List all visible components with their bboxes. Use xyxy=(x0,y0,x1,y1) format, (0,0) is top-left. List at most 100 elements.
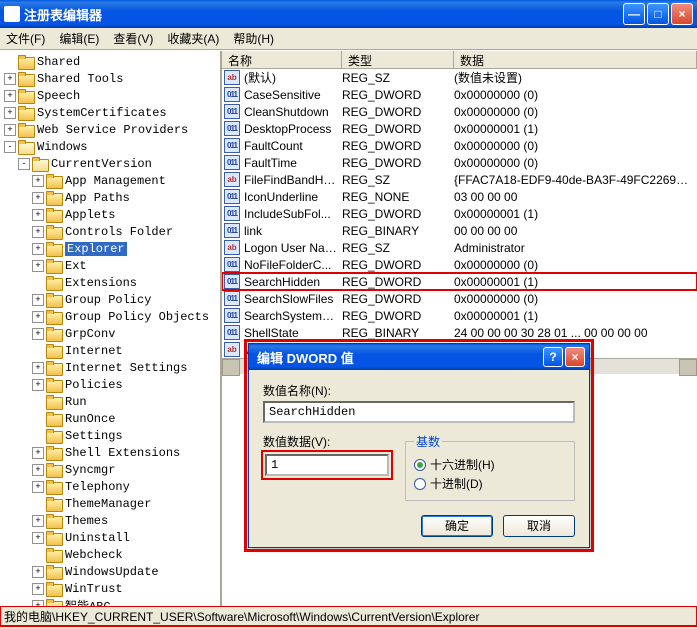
expand-icon[interactable]: + xyxy=(32,311,44,323)
tree-item[interactable]: +Shared Tools xyxy=(2,70,220,87)
menu-help[interactable]: 帮助(H) xyxy=(233,30,274,47)
tree-item[interactable]: Extensions xyxy=(2,274,220,291)
expand-icon[interactable]: + xyxy=(32,175,44,187)
tree-item[interactable]: +Controls Folder xyxy=(2,223,220,240)
list-row[interactable]: FaultCountREG_DWORD0x00000000 (0) xyxy=(222,137,697,154)
list-row[interactable]: SearchSlowFilesREG_DWORD0x00000000 (0) xyxy=(222,290,697,307)
list-row[interactable]: DesktopProcessREG_DWORD0x00000001 (1) xyxy=(222,120,697,137)
tree-item[interactable]: +GrpConv xyxy=(2,325,220,342)
tree-item[interactable]: Shared xyxy=(2,53,220,70)
expand-icon[interactable]: + xyxy=(32,566,44,578)
tree-item[interactable]: +Telephony xyxy=(2,478,220,495)
cell-name: SearchHidden xyxy=(244,275,342,289)
binary-value-icon xyxy=(224,274,240,289)
tree-item[interactable]: +Themes xyxy=(2,512,220,529)
dialog-close-button[interactable]: × xyxy=(565,347,585,367)
col-header-name[interactable]: 名称 xyxy=(222,51,342,68)
cancel-button[interactable]: 取消 xyxy=(503,515,575,537)
list-row[interactable]: ShellStateREG_BINARY24 00 00 00 30 28 01… xyxy=(222,324,697,341)
list-row[interactable]: FaultTimeREG_DWORD0x00000000 (0) xyxy=(222,154,697,171)
expand-icon[interactable]: + xyxy=(4,90,16,102)
expand-icon[interactable]: + xyxy=(4,73,16,85)
cell-data: 0x00000001 (1) xyxy=(454,275,697,289)
dialog-help-button[interactable]: ? xyxy=(543,347,563,367)
tree-item[interactable]: +App Paths xyxy=(2,189,220,206)
tree-item[interactable]: Settings xyxy=(2,427,220,444)
expand-icon[interactable]: + xyxy=(32,515,44,527)
menu-edit[interactable]: 编辑(E) xyxy=(59,30,99,47)
expand-icon[interactable]: + xyxy=(32,226,44,238)
string-value-icon xyxy=(224,342,240,357)
tree-item[interactable]: +Group Policy xyxy=(2,291,220,308)
list-row[interactable]: Logon User NameREG_SZAdministrator xyxy=(222,239,697,256)
tree-item[interactable]: +Internet Settings xyxy=(2,359,220,376)
string-value-icon xyxy=(224,240,240,255)
tree-item[interactable]: -CurrentVersion xyxy=(2,155,220,172)
expand-icon[interactable]: + xyxy=(32,209,44,221)
tree-item[interactable]: Webcheck xyxy=(2,546,220,563)
tree-item[interactable]: +Ext xyxy=(2,257,220,274)
tree-item[interactable]: +Applets xyxy=(2,206,220,223)
list-row[interactable]: CleanShutdownREG_DWORD0x00000000 (0) xyxy=(222,103,697,120)
tree-item[interactable]: +Web Service Providers xyxy=(2,121,220,138)
close-button[interactable]: × xyxy=(671,3,693,25)
tree-item[interactable]: +Shell Extensions xyxy=(2,444,220,461)
menu-file[interactable]: 文件(F) xyxy=(6,30,45,47)
expand-icon[interactable]: + xyxy=(4,107,16,119)
expand-icon[interactable]: + xyxy=(32,532,44,544)
list-row[interactable]: linkREG_BINARY00 00 00 00 xyxy=(222,222,697,239)
tree-item[interactable]: +Group Policy Objects xyxy=(2,308,220,325)
tree-item[interactable]: -Windows xyxy=(2,138,220,155)
expand-icon[interactable]: + xyxy=(32,328,44,340)
tree-pane[interactable]: Shared+Shared Tools+Speech+SystemCertifi… xyxy=(0,51,222,606)
menu-favorites[interactable]: 收藏夹(A) xyxy=(167,30,219,47)
minimize-button[interactable]: — xyxy=(623,3,645,25)
list-row[interactable]: SearchHiddenREG_DWORD0x00000001 (1) xyxy=(222,273,697,290)
expand-icon[interactable]: + xyxy=(32,481,44,493)
expand-icon[interactable]: + xyxy=(32,243,44,255)
expand-icon[interactable]: + xyxy=(32,447,44,459)
expand-icon[interactable]: + xyxy=(32,464,44,476)
expand-icon[interactable]: + xyxy=(32,192,44,204)
tree-item[interactable]: +Syncmgr xyxy=(2,461,220,478)
list-row[interactable]: NoFileFolderC...REG_DWORD0x00000000 (0) xyxy=(222,256,697,273)
dialog-titlebar[interactable]: 编辑 DWORD 值 ? × xyxy=(249,344,589,370)
collapse-icon[interactable]: - xyxy=(18,158,30,170)
col-header-data[interactable]: 数据 xyxy=(454,51,697,68)
list-row[interactable]: (默认)REG_SZ(数值未设置) xyxy=(222,69,697,86)
tree-item[interactable]: +SystemCertificates xyxy=(2,104,220,121)
tree-item[interactable]: +Explorer xyxy=(2,240,220,257)
list-row[interactable]: IncludeSubFol...REG_DWORD0x00000001 (1) xyxy=(222,205,697,222)
tree-item[interactable]: +Speech xyxy=(2,87,220,104)
expand-icon[interactable]: + xyxy=(32,294,44,306)
list-row[interactable]: IconUnderlineREG_NONE03 00 00 00 xyxy=(222,188,697,205)
collapse-icon[interactable]: - xyxy=(4,141,16,153)
radio-hex[interactable]: 十六进制(H) xyxy=(414,456,566,473)
list-row[interactable]: CaseSensitiveREG_DWORD0x00000000 (0) xyxy=(222,86,697,103)
tree-item[interactable]: Run xyxy=(2,393,220,410)
radio-dec-icon xyxy=(414,478,426,490)
expand-icon[interactable]: + xyxy=(32,260,44,272)
expand-icon[interactable]: + xyxy=(4,124,16,136)
maximize-button[interactable]: □ xyxy=(647,3,669,25)
tree-item[interactable]: Internet xyxy=(2,342,220,359)
tree-item[interactable]: ThemeManager xyxy=(2,495,220,512)
menu-view[interactable]: 查看(V) xyxy=(113,30,153,47)
tree-item[interactable]: +Uninstall xyxy=(2,529,220,546)
list-row[interactable]: FileFindBandHookREG_SZ{FFAC7A18-EDF9-40d… xyxy=(222,171,697,188)
tree-item[interactable]: +WinTrust xyxy=(2,580,220,597)
expand-icon[interactable]: + xyxy=(32,583,44,595)
tree-item[interactable]: +Policies xyxy=(2,376,220,393)
expand-icon[interactable]: + xyxy=(32,362,44,374)
tree-item[interactable]: +WindowsUpdate xyxy=(2,563,220,580)
tree-item[interactable]: +智能ABC xyxy=(2,597,220,606)
data-field[interactable] xyxy=(265,454,389,476)
tree-item[interactable]: +App Management xyxy=(2,172,220,189)
expand-icon[interactable]: + xyxy=(32,379,44,391)
expand-icon[interactable]: + xyxy=(32,600,44,607)
list-row[interactable]: SearchSystemDirsREG_DWORD0x00000001 (1) xyxy=(222,307,697,324)
radio-dec[interactable]: 十进制(D) xyxy=(414,475,566,492)
tree-item[interactable]: RunOnce xyxy=(2,410,220,427)
ok-button[interactable]: 确定 xyxy=(421,515,493,537)
col-header-type[interactable]: 类型 xyxy=(342,51,454,68)
